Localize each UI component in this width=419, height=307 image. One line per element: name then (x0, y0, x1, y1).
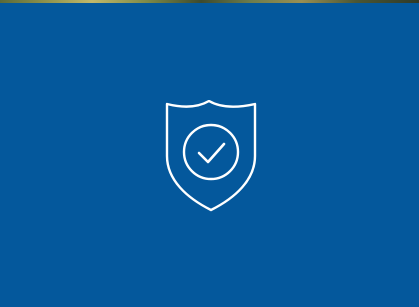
shield-check-icon (163, 100, 259, 212)
info-panel (0, 3, 419, 307)
page (0, 0, 419, 307)
